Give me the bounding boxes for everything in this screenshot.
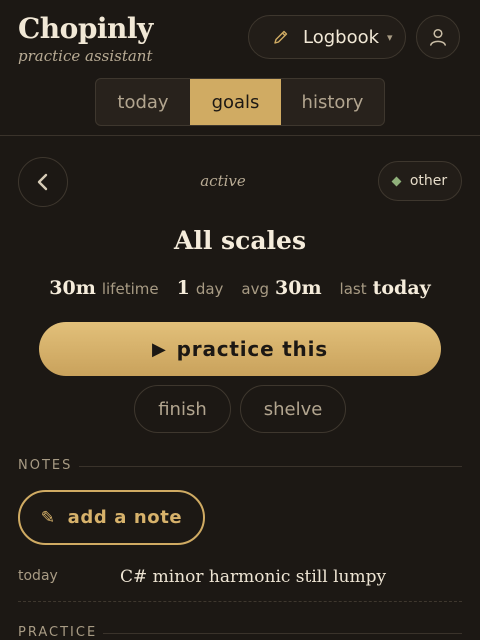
category-label: other <box>409 173 448 189</box>
diamond-icon <box>391 176 402 186</box>
note-date: today <box>18 568 58 584</box>
practice-button[interactable]: ▶ practice this <box>39 322 441 376</box>
list-item: today C# minor harmonic still lumpy <box>18 560 462 602</box>
pencil-icon <box>274 30 288 44</box>
logbook-button[interactable]: Logbook ▾ <box>248 15 406 59</box>
pencil-icon: ✎ <box>40 507 56 528</box>
tab-today[interactable]: today <box>96 79 190 125</box>
stat-label: lifetime <box>101 280 159 298</box>
add-note-button[interactable]: ✎ add a note <box>18 490 205 545</box>
user-button[interactable] <box>416 15 460 59</box>
stat-value: 1 <box>176 277 190 299</box>
shelve-button[interactable]: shelve <box>240 385 346 433</box>
tab-bar: today goals history <box>95 78 385 126</box>
chevron-down-icon: ▾ <box>387 30 393 44</box>
stat-value: today <box>372 277 431 299</box>
app-name: Chopinly <box>18 12 153 45</box>
brand: Chopinly practice assistant <box>18 12 153 65</box>
logbook-label: Logbook <box>303 26 380 48</box>
notes-divider <box>79 466 462 467</box>
note-text: C# minor harmonic still lumpy <box>120 567 387 587</box>
finish-button[interactable]: finish <box>134 385 231 433</box>
stat-value: 30m <box>275 277 322 299</box>
add-note-label: add a note <box>67 507 183 528</box>
practice-section-label: PRACTICE <box>18 625 98 640</box>
app-subtitle: practice assistant <box>18 47 153 65</box>
stat-label: avg <box>241 280 269 298</box>
user-icon <box>430 28 446 46</box>
practice-divider <box>103 633 462 634</box>
stat-label: last <box>339 280 367 298</box>
stat-last: last today <box>340 277 431 299</box>
stat-lifetime: 30m lifetime <box>49 277 158 299</box>
play-icon: ▶ <box>152 338 167 360</box>
chevron-left-icon <box>37 173 48 191</box>
back-button[interactable] <box>18 157 68 207</box>
stat-days: 1 day <box>177 277 224 299</box>
goal-title: All scales <box>173 226 307 255</box>
tab-goals[interactable]: goals <box>190 79 281 125</box>
app-header: Chopinly practice assistant Logbook ▾ to… <box>0 0 480 136</box>
practice-label: practice this <box>176 337 328 361</box>
notes-section-label: NOTES <box>18 458 73 473</box>
stat-value: 30m <box>49 277 96 299</box>
goal-stats: 30m lifetime 1 day avg 30m last today <box>0 277 480 299</box>
tab-history[interactable]: history <box>281 79 384 125</box>
stat-label: day <box>195 280 224 298</box>
goal-status: active <box>200 172 246 190</box>
stat-average: avg 30m <box>241 277 321 299</box>
category-chip[interactable]: other <box>378 161 462 201</box>
